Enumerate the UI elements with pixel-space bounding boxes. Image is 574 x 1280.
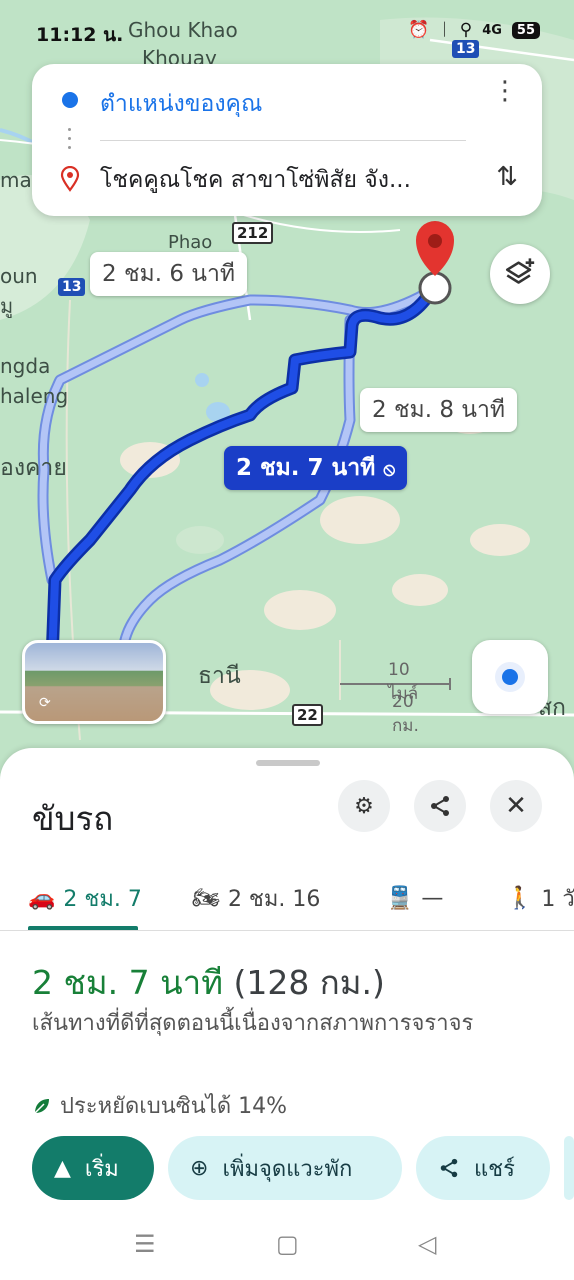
route-bubble-active[interactable]: 2 ชม. 7 นาที ⦸ bbox=[224, 446, 408, 490]
add-location-icon: ⊕ bbox=[190, 1155, 209, 1181]
route-description: เส้นทางที่ดีที่สุดตอนนี้เนื่องจากสภาพการ… bbox=[32, 1011, 474, 1036]
route-card: ตำแหน่งของคุณ โชคคูณโชค สาขาโซ่พิสัย จัง… bbox=[32, 64, 542, 216]
route-options-button[interactable]: ⚙ bbox=[338, 780, 390, 832]
system-nav-bar: ☰ ▢ ◁ bbox=[0, 1224, 574, 1268]
tab-walk-label: 1 วัน bbox=[541, 886, 574, 912]
share-route-button[interactable] bbox=[414, 780, 466, 832]
tab-transit[interactable]: 🚆 — bbox=[386, 866, 443, 930]
motorcycle-icon: 🏍 bbox=[192, 885, 220, 911]
travel-mode-tabs: 🚗 2 ชม. 7 🏍 2 ชม. 16 🚆 — 🚶 1 วัน bbox=[0, 866, 574, 930]
origin-field[interactable]: ตำแหน่งของคุณ bbox=[100, 86, 262, 122]
divider bbox=[0, 930, 574, 931]
battery-icon: 55 bbox=[511, 21, 540, 39]
road-shield: 212 bbox=[232, 222, 274, 244]
status-time: 11:12 น. bbox=[36, 24, 124, 46]
street-view-thumbnail[interactable]: ⟳ bbox=[22, 640, 166, 724]
street-view-icon: ⟳ bbox=[39, 695, 51, 711]
route-duration: 2 ชม. 7 นาที bbox=[32, 963, 223, 1002]
place-label: Phao bbox=[168, 232, 213, 253]
directions-sheet: ขับรถ ⚙ ✕ 🚗 2 ชม. 7 🏍 2 ชม. 16 🚆 — 🚶 1 ว… bbox=[0, 748, 574, 1280]
destination-pin-icon bbox=[60, 166, 80, 192]
leaf-icon bbox=[34, 1098, 49, 1114]
origin-dot-icon bbox=[62, 92, 78, 108]
tab-motorcycle[interactable]: 🏍 2 ชม. 16 bbox=[192, 866, 320, 930]
road-shield: 13 bbox=[58, 278, 86, 296]
sliders-icon: ⚙ bbox=[354, 793, 374, 819]
place-label: haleng bbox=[0, 384, 69, 408]
more-actions-button[interactable] bbox=[564, 1136, 574, 1200]
my-location-button[interactable] bbox=[472, 640, 548, 714]
add-stop-label: เพิ่มจุดแวะพัก bbox=[222, 1156, 353, 1182]
close-button[interactable]: ✕ bbox=[490, 780, 542, 832]
tab-walk[interactable]: 🚶 1 วัน bbox=[506, 866, 574, 930]
place-label: oun bbox=[0, 264, 38, 288]
train-icon: 🚆 bbox=[386, 885, 414, 911]
status-bar: 11:12 น. ⏰ ᛁ ⚲ 4G 55 bbox=[0, 16, 574, 50]
tab-transit-label: — bbox=[421, 885, 444, 911]
route-bubble-label: 2 ชม. 8 นาที bbox=[372, 397, 506, 423]
route-connector bbox=[68, 128, 72, 158]
back-icon[interactable]: ◁ bbox=[418, 1230, 436, 1258]
status-icons: ⏰ ᛁ ⚲ 4G 55 bbox=[408, 20, 540, 40]
start-button[interactable]: ▲ เริ่ม bbox=[32, 1136, 154, 1200]
walk-icon: 🚶 bbox=[506, 885, 534, 911]
navigation-arrow-icon: ▲ bbox=[54, 1155, 71, 1181]
place-label: มู bbox=[0, 294, 14, 318]
share-icon bbox=[431, 796, 449, 816]
drag-handle[interactable] bbox=[256, 760, 320, 766]
destination-field[interactable]: โชคคูณโชค สาขาโซ่พิสัย จัง... bbox=[100, 162, 411, 198]
place-label: ngda bbox=[0, 354, 51, 378]
signal-icon: 4G bbox=[482, 22, 502, 38]
swap-button[interactable]: ⇅ bbox=[496, 162, 518, 192]
tab-motorcycle-label: 2 ชม. 16 bbox=[227, 886, 321, 912]
route-bubble-label: 2 ชม. 6 นาที bbox=[102, 261, 236, 287]
road-shield: 22 bbox=[292, 704, 323, 726]
layers-icon bbox=[505, 258, 535, 284]
share-button[interactable]: แชร์ bbox=[416, 1136, 550, 1200]
sheet-title: ขับรถ bbox=[32, 799, 114, 838]
more-options-button[interactable]: ⋮ bbox=[492, 78, 518, 104]
route-summary: 2 ชม. 7 นาที (128 กม.) bbox=[32, 956, 385, 1009]
eco-note: ประหยัดเบนซินได้ 14% bbox=[32, 1088, 287, 1123]
route-bubble-alt[interactable]: 2 ชม. 6 นาที bbox=[90, 252, 248, 296]
share-icon bbox=[440, 1158, 458, 1178]
bluetooth-icon: ᛁ bbox=[439, 20, 450, 40]
route-distance: (128 กม.) bbox=[233, 963, 385, 1002]
start-label: เริ่ม bbox=[84, 1156, 119, 1182]
eco-text: ประหยัดเบนซินได้ 14% bbox=[60, 1094, 288, 1119]
menu-icon[interactable]: ☰ bbox=[134, 1230, 156, 1258]
divider bbox=[100, 140, 466, 141]
leaf-icon: ⦸ bbox=[383, 459, 396, 480]
place-label: ธานี bbox=[198, 663, 241, 689]
scale-km: 20 กม. bbox=[392, 692, 419, 736]
alarm-icon: ⏰ bbox=[408, 20, 430, 40]
tab-drive[interactable]: 🚗 2 ชม. 7 bbox=[28, 866, 142, 930]
tab-drive-label: 2 ชม. 7 bbox=[63, 886, 142, 912]
home-icon[interactable]: ▢ bbox=[276, 1230, 299, 1258]
route-bubble-alt[interactable]: 2 ชม. 8 นาที bbox=[360, 388, 518, 432]
car-icon: 🚗 bbox=[28, 885, 56, 911]
place-label: องคาย bbox=[0, 455, 67, 481]
location-icon: ⚲ bbox=[459, 20, 473, 40]
my-location-icon bbox=[495, 662, 525, 692]
close-icon: ✕ bbox=[505, 791, 527, 821]
route-bubble-label: 2 ชม. 7 นาที bbox=[236, 455, 376, 481]
layers-button[interactable] bbox=[490, 244, 550, 304]
share-label: แชร์ bbox=[474, 1156, 515, 1182]
add-stop-button[interactable]: ⊕ เพิ่มจุดแวะพัก bbox=[168, 1136, 402, 1200]
